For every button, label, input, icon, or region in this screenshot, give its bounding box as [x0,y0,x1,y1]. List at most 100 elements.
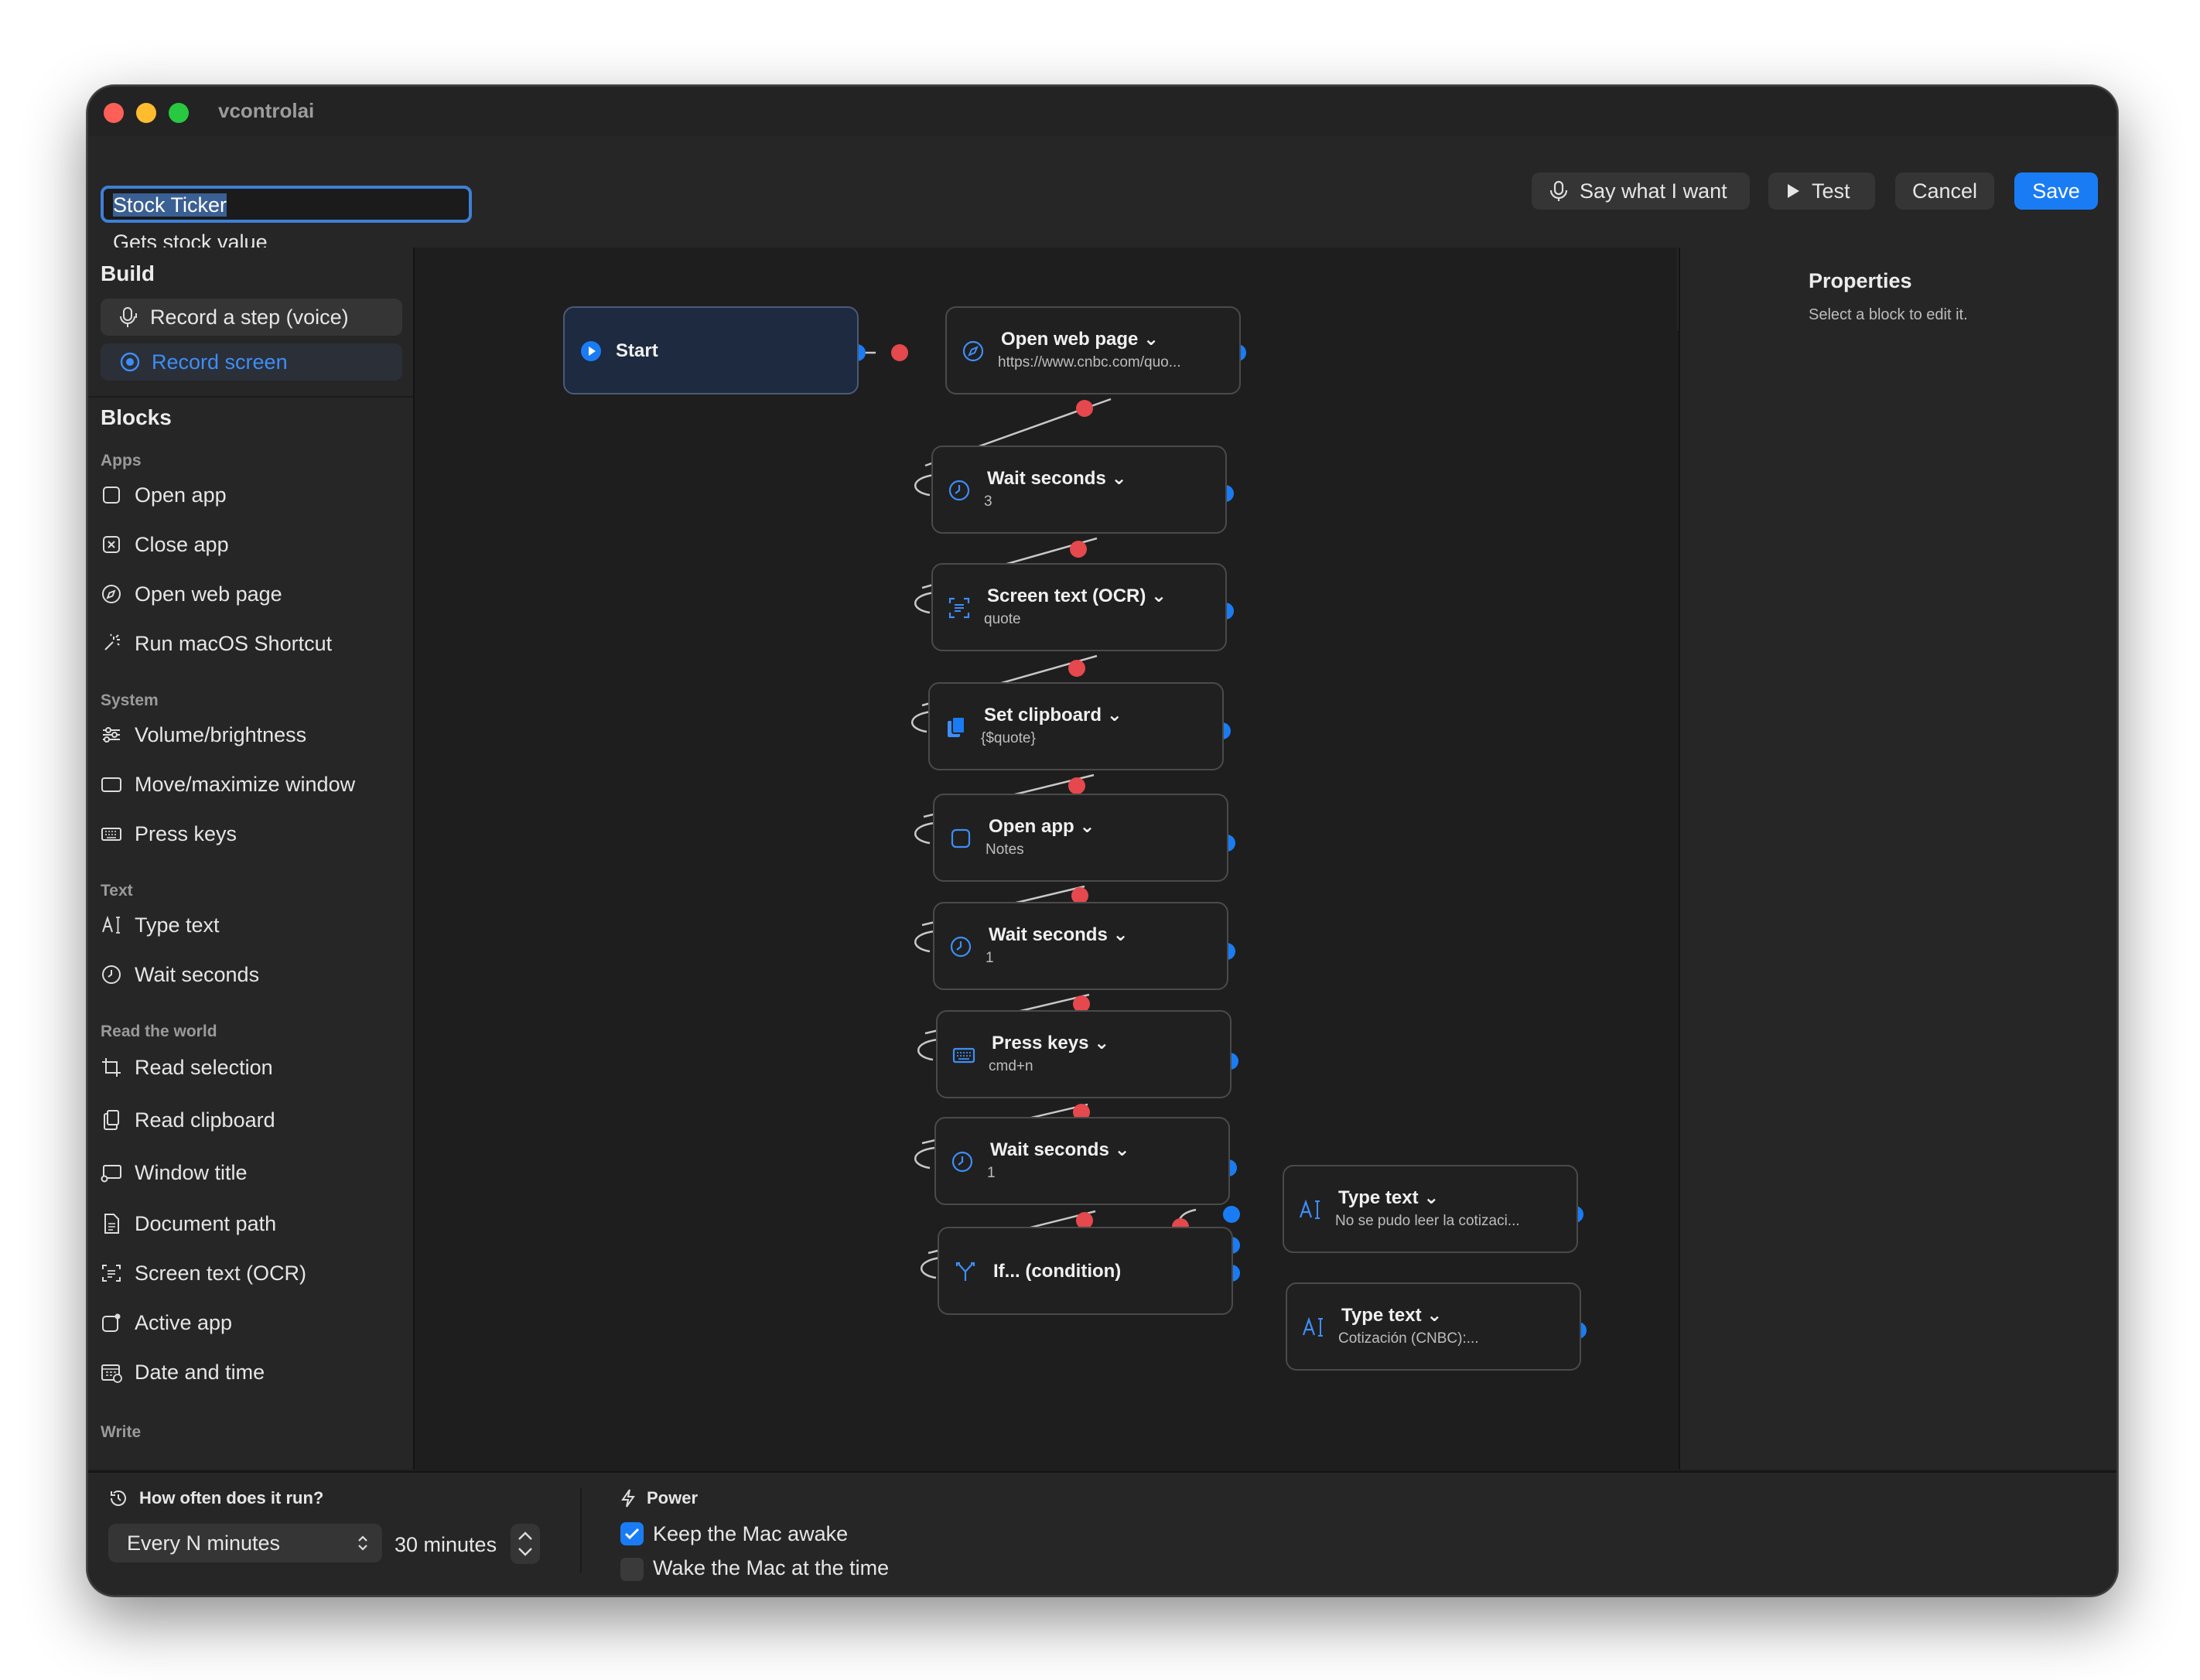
type-text-block-error[interactable]: Type text ⌄ No se pudo leer la cotizaci.… [1283,1165,1578,1253]
block-document-path[interactable]: Document path [101,1208,276,1239]
block-run-macos-shortcut[interactable]: Run macOS Shortcut [101,628,332,659]
record-voice-step-button[interactable]: Record a step (voice) [101,299,402,336]
keyboard-icon [952,1047,975,1064]
wait-seconds-block[interactable]: Wait seconds ⌄ 1 [933,902,1228,990]
properties-panel: Properties Select a block to edit it. [1679,248,2116,1470]
block-label: Window title [135,1160,248,1184]
close-app-icon [103,536,120,553]
power-heading: Power [620,1488,698,1508]
schedule-heading-label: How often does it run? [139,1488,324,1508]
wait-seconds-block[interactable]: Wait seconds ⌄ 3 [931,446,1227,534]
build-heading: Build [101,261,155,285]
block-label: Type text [135,913,220,937]
close-window-button[interactable] [104,103,124,123]
updown-chevron-icon [358,1535,367,1551]
open-app-block[interactable]: Open app ⌄ Notes [933,794,1228,882]
app-square-icon [951,828,971,849]
block-title: Set clipboard ⌄ [984,705,1122,726]
set-clipboard-block[interactable]: Set clipboard ⌄ {$quote} [928,682,1224,770]
block-open-app[interactable]: Open app [101,480,227,510]
block-subtitle: Cotización (CNBC):... [1338,1330,1479,1347]
keep-awake-checkbox[interactable] [620,1522,644,1545]
connector-dot[interactable] [1068,660,1085,677]
open-web-page-block[interactable]: Open web page ⌄ https://www.cnbc.com/quo… [945,306,1241,394]
compass-icon [962,340,984,362]
press-keys-block[interactable]: Press keys ⌄ cmd+n [936,1010,1232,1098]
record-screen-button[interactable]: Record screen [101,343,402,381]
connector-dot[interactable] [891,344,908,361]
block-subtitle: 3 [984,493,992,510]
block-title: Wait seconds ⌄ [987,468,1127,489]
block-type-text[interactable]: Type text [101,910,220,941]
connector-dot[interactable] [1068,777,1085,794]
zoom-window-button[interactable] [169,103,189,123]
play-circle-icon [581,341,601,361]
block-title: Open web page ⌄ [1001,329,1160,350]
if-condition-block[interactable]: If... (condition) [938,1227,1233,1315]
block-title: Wait seconds ⌄ [989,924,1129,945]
block-date-and-time[interactable]: Date and time [101,1357,265,1388]
minimize-window-button[interactable] [136,103,156,123]
interval-stepper[interactable] [511,1524,540,1564]
cancel-button[interactable]: Cancel [1895,172,1994,210]
block-label: Press keys [135,821,237,845]
connector-loop [914,1146,935,1170]
start-block[interactable]: Start [563,306,859,394]
block-press-keys[interactable]: Press keys [101,818,237,849]
block-open-web-page[interactable]: Open web page [101,579,282,610]
document-icon [104,1214,119,1234]
record-voice-label: Record a step (voice) [150,305,349,329]
block-title: Type text ⌄ [1341,1305,1443,1326]
block-close-app[interactable]: Close app [101,529,229,560]
block-label: Read selection [135,1055,273,1079]
save-button[interactable]: Save [2014,172,2098,210]
microphone-wave-icon [120,307,137,327]
block-subtitle: quote [984,611,1021,627]
block-window-title[interactable]: Window title [101,1157,248,1188]
app-window: vcontrolai Stock Ticker Gets stock value… [87,85,2118,1596]
clock-icon [102,965,121,984]
properties-hint: Select a block to edit it. [1809,306,1968,323]
category-write: Write [101,1423,142,1441]
wake-mac-checkbox[interactable] [620,1558,644,1581]
divider [580,1488,582,1573]
keyboard-icon [101,828,121,841]
block-read-clipboard[interactable]: Read clipboard [101,1105,275,1135]
block-move-maximize-window[interactable]: Move/maximize window [101,769,355,800]
branch-icon [955,1262,975,1281]
clipboard-icon [104,1110,119,1130]
connector-loop [914,930,935,953]
say-what-i-want-button[interactable]: Say what I want [1532,172,1750,210]
checkmark-icon [624,1528,640,1540]
connector-dot[interactable] [1076,400,1093,417]
bolt-icon [621,1489,635,1508]
category-apps: Apps [101,452,142,470]
connector-dot[interactable] [1070,541,1087,558]
test-button[interactable]: Test [1768,172,1875,210]
block-read-selection[interactable]: Read selection [101,1052,273,1083]
connector-loop [917,1038,938,1061]
block-subtitle: 1 [987,1165,996,1181]
block-volume-brightness[interactable]: Volume/brightness [101,719,306,750]
window-title-icon [101,1165,121,1183]
if-true-port[interactable] [1223,1206,1240,1223]
history-clock-icon [111,1490,126,1506]
block-label: Read clipboard [135,1108,275,1132]
block-screen-text-ocr[interactable]: Screen text (OCR) [101,1258,306,1289]
say-label: Say what I want [1580,179,1727,203]
blocks-heading: Blocks [101,405,172,429]
category-read-the-world: Read the world [101,1023,217,1040]
wait-seconds-block[interactable]: Wait seconds ⌄ 1 [934,1117,1230,1205]
block-label: Run macOS Shortcut [135,631,333,655]
automation-name-input[interactable]: Stock Ticker [101,186,472,223]
calendar-icon [101,1364,122,1383]
block-wait-seconds[interactable]: Wait seconds [101,959,259,990]
clock-icon [948,480,970,501]
flow-canvas[interactable]: Start Open web page ⌄ https://www.cnbc.c… [415,248,1677,1470]
type-text-block-quote[interactable]: Type text ⌄ Cotización (CNBC):... [1286,1282,1581,1371]
block-active-app[interactable]: Active app [101,1307,232,1338]
screen-text-ocr-block[interactable]: Screen text (OCR) ⌄ quote [931,563,1227,651]
app-square-icon [103,487,120,504]
schedule-mode-select[interactable]: Every N minutes [108,1524,382,1562]
block-subtitle: {$quote} [981,730,1036,746]
